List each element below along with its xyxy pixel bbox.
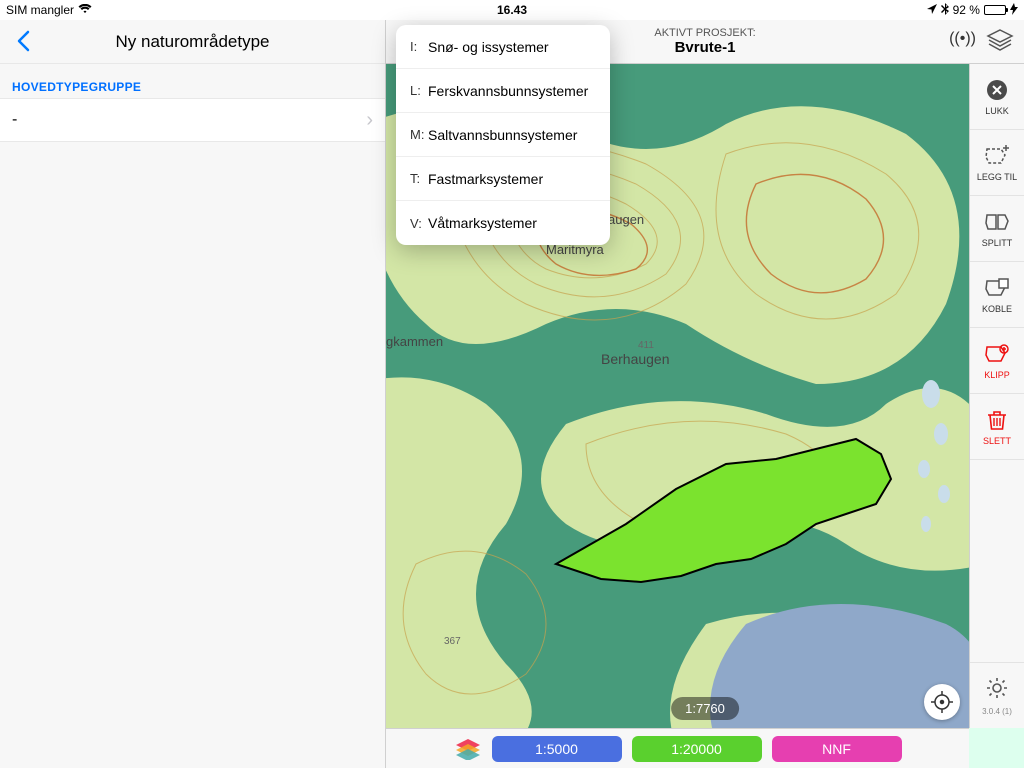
popover-item-V[interactable]: V: Våtmarksystemer [396,201,610,245]
tool-lukk[interactable]: LUKK [970,64,1024,130]
version-label: 3.0.4 (1) [982,707,1012,716]
place-augen: augen [608,212,644,227]
battery-icon [984,5,1006,15]
layers-icon[interactable] [986,28,1014,59]
current-scale-text: 1:7760 [685,701,725,716]
tool-klipp-label: KLIPP [984,370,1010,380]
left-title: Ny naturområdetype [115,32,269,52]
project-name: Bvrute-1 [654,39,755,56]
tool-slett[interactable]: SLETT [970,394,1024,460]
tool-column: LUKK LEGG TIL SPLITT KOBLE KLIPP [969,64,1024,728]
popover-item-M[interactable]: M: Saltvannsbunnsystemer [396,113,610,157]
bluetooth-icon [941,3,949,18]
place-berhaugen: Berhaugen [601,351,670,367]
polygon-add-icon [984,143,1010,169]
tool-klipp[interactable]: KLIPP [970,328,1024,394]
back-button[interactable] [8,26,38,56]
popover-item-I[interactable]: I: Snø- og issystemer [396,25,610,69]
polygon-clip-icon [984,341,1010,367]
place-gkammen: gkammen [386,334,443,349]
close-icon [984,77,1010,103]
gear-icon [985,676,1009,705]
polygon-merge-icon [984,275,1010,301]
location-services-icon [927,3,937,17]
battery-pct: 92 % [953,3,980,17]
tool-slett-label: SLETT [983,436,1011,446]
carrier-text: SIM mangler [6,3,74,17]
trash-icon [984,407,1010,433]
tool-leggtil-label: LEGG TIL [977,172,1017,182]
broadcast-icon[interactable]: ((•)) [949,30,976,48]
tool-settings[interactable]: 3.0.4 (1) [970,662,1024,728]
type-popover: I: Snø- og issystemer L: Ferskvannsbunns… [396,25,610,245]
project-label: AKTIVT PROSJEKT: [654,27,755,39]
place-367: 367 [444,636,461,647]
group-row[interactable]: - › [0,98,385,142]
tool-splitt-label: SPLITT [982,238,1013,248]
tool-splitt[interactable]: SPLITT [970,196,1024,262]
left-header: Ny naturområdetype [0,20,385,64]
polygon-split-icon [984,209,1010,235]
locate-button[interactable] [924,684,960,720]
group-label: HOVEDTYPEGRUPPE [0,64,385,98]
current-scale-pill: 1:7760 [671,697,739,720]
left-panel: Ny naturområdetype HOVEDTYPEGRUPPE - › [0,20,386,768]
popover-item-L[interactable]: L: Ferskvannsbunnsystemer [396,69,610,113]
scale-20000-button[interactable]: 1:20000 [632,736,762,762]
clock: 16.43 [340,3,684,17]
place-berhaugen-h: 411 [638,340,654,351]
charging-icon [1010,3,1018,18]
tool-lukk-label: LUKK [985,106,1009,116]
wifi-icon [78,3,92,17]
tool-koble-label: KOBLE [982,304,1012,314]
status-bar: SIM mangler 16.43 92 % [0,0,1024,20]
tool-koble[interactable]: KOBLE [970,262,1024,328]
scale-5000-button[interactable]: 1:5000 [492,736,622,762]
layers-toggle-icon[interactable] [454,738,482,760]
bottom-bar: 1:5000 1:20000 NNF [386,728,969,768]
group-value: - [12,111,17,129]
chevron-right-icon: › [366,109,373,132]
tool-leggtil[interactable]: LEGG TIL [970,130,1024,196]
popover-item-T[interactable]: T: Fastmarksystemer [396,157,610,201]
nnf-button[interactable]: NNF [772,736,902,762]
